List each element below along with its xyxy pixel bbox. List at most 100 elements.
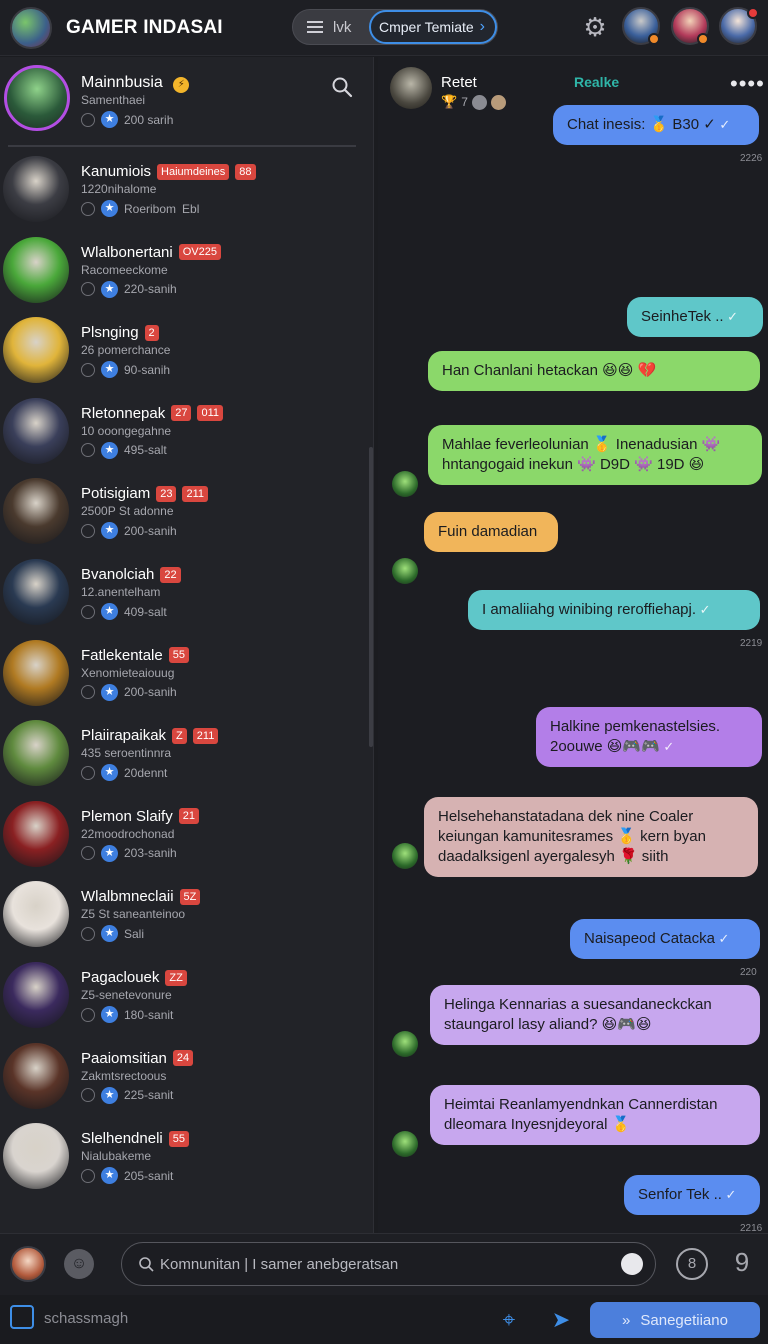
menu-toggle[interactable]: lvk (293, 10, 369, 44)
incoming-message[interactable]: Helsehehanstatadana dek nine Coaler keiu… (424, 797, 758, 877)
contact-subtitle: Zakmtsrectoous (81, 1068, 167, 1083)
gear-icon[interactable]: ⚙ (580, 12, 610, 42)
avatar[interactable] (392, 1131, 418, 1157)
primary-action-button[interactable]: » Sanegetiiano (590, 1302, 760, 1338)
avatar-friend-3[interactable] (719, 7, 759, 45)
contact-name: Kanumiois Haiumdeines 88 (81, 163, 256, 180)
more-icon[interactable]: •••• (730, 71, 765, 97)
list-item[interactable]: Kanumiois Haiumdeines 88 1220nihalome ★ Roeri… (0, 154, 364, 234)
star-icon: ★ (101, 844, 118, 862)
checkbox[interactable] (10, 1305, 34, 1329)
outgoing-message[interactable]: Chat inesis: 🥇 B30 ✓ ✓ (553, 105, 759, 145)
unread-badge: 88 (235, 163, 256, 180)
avatar[interactable] (10, 1246, 46, 1282)
divider (8, 145, 356, 147)
unread-badge: 011 (197, 405, 224, 422)
incoming-message[interactable]: Helinga Kennarias a suesandaneckckan sta… (430, 985, 760, 1045)
unread-badge: ZZ (165, 969, 187, 986)
incoming-message[interactable]: Han Chanlani hetackan 😆😆 💔 (428, 351, 760, 391)
search-icon[interactable] (330, 75, 354, 99)
template-button-label: Cmper Temiate (379, 19, 474, 35)
read-receipt-icon: ✓ (659, 739, 675, 754)
list-item[interactable]: Plemon Slaify 21 22moodrochonad ★ 203-sanih (0, 799, 364, 879)
list-item[interactable]: Fatlekentale 55 Xenomieteaiouug ★ 200-sanih (0, 638, 364, 718)
avatar[interactable] (4, 65, 70, 131)
avatar-friend-1[interactable] (622, 7, 660, 45)
mode-button[interactable]: 8 (676, 1248, 708, 1280)
emoji-icon[interactable]: ☺ (64, 1249, 94, 1279)
status-icon (81, 362, 95, 377)
list-item[interactable]: Plaiirapaikak Z 211 435 seroentinnra ★ 20denn… (0, 718, 364, 798)
search-icon (139, 1257, 154, 1272)
avatar[interactable] (3, 800, 69, 867)
outgoing-message[interactable]: SeinheTek .. ✓ (627, 297, 763, 337)
incoming-message[interactable]: Fuin damadian (424, 512, 558, 552)
outgoing-message[interactable]: Naisapeod Catacka ✓ (570, 919, 760, 959)
outgoing-message[interactable]: Senfor Tek .. ✓ (624, 1175, 760, 1215)
star-icon: ★ (101, 1006, 118, 1023)
avatar-friend-2[interactable] (671, 7, 709, 45)
list-item[interactable]: Bvanolciah 22 12.anentelham ★ 409-salt (0, 557, 364, 637)
sticker-icon[interactable] (621, 1253, 643, 1275)
send-icon[interactable]: ➤ (546, 1305, 576, 1335)
profile-name: Mainnbusia ⚡ (81, 74, 190, 93)
contact-name: Pagaclouek ZZ (81, 969, 187, 986)
chat-avatar[interactable] (390, 67, 432, 109)
list-item[interactable]: Slelhendneli 55 Nialubakeme ★ 205-sanit (0, 1121, 364, 1201)
avatar[interactable] (3, 1123, 69, 1190)
location-icon[interactable]: ⌖ (494, 1305, 524, 1335)
avatar[interactable] (3, 397, 69, 464)
message-text: Heimtai Reanlamyendnkan Cannerdistan dle… (444, 1096, 718, 1133)
contact-name: Rletonnepak 27 011 (81, 405, 224, 422)
menu-toggle-label: lvk (333, 18, 352, 36)
avatar[interactable] (392, 471, 418, 497)
avatar[interactable] (3, 156, 69, 222)
bottom-bar-label: schassmagh (44, 1310, 129, 1327)
list-item[interactable]: Wlalbonertani OV225 Racomeeckome ★ 220-sanih (0, 235, 364, 315)
profile-stat: ★ 200 sarih (81, 111, 173, 128)
avatar[interactable] (3, 639, 69, 706)
message-input[interactable]: Komnunitan | I samer anebgeratsan (121, 1242, 656, 1286)
list-item[interactable]: Rletonnepak 27 011 10 ooongegahne ★ 495-salt (0, 396, 364, 476)
avatar[interactable] (3, 236, 69, 303)
status-icon (81, 112, 95, 127)
contact-stat: ★ 220-sanih (81, 280, 177, 298)
template-button[interactable]: Cmper Temiate › (369, 10, 497, 44)
avatar[interactable] (392, 558, 418, 584)
avatar[interactable] (3, 478, 69, 545)
avatar[interactable] (3, 881, 69, 948)
incoming-message[interactable]: Heimtai Reanlamyendnkan Cannerdistan dle… (430, 1085, 760, 1145)
unread-badge: 55 (168, 1130, 189, 1147)
scrollbar[interactable] (369, 447, 373, 747)
option-button[interactable]: 9 (726, 1248, 758, 1280)
hamburger-icon (307, 21, 323, 33)
unread-badge: 24 (172, 1050, 194, 1067)
avatar[interactable] (3, 1042, 69, 1109)
list-item[interactable]: Pagaclouek ZZ Z5-senetevonure ★ 180-sanit (0, 960, 364, 1040)
app-logo[interactable] (10, 6, 52, 49)
contact-stat: ★ 200-sanih (81, 522, 177, 540)
avatar[interactable] (392, 1031, 418, 1057)
top-bar: GAMER INDASAI lvk Cmper Temiate › ⚙ (0, 0, 768, 56)
list-item[interactable]: Paaiomsitian 24 Zakmtsrectoous ★ 225-sanit (0, 1041, 364, 1121)
list-item[interactable]: Wlalbmneclaii 5Z Z5 St saneanteinoo ★ Sali (0, 879, 364, 959)
avatar[interactable] (3, 317, 69, 384)
contact-subtitle: 435 seroentinnra (81, 746, 172, 761)
avatar[interactable] (3, 720, 69, 787)
chat-contact-name: Retet (441, 74, 477, 91)
incoming-message[interactable]: Mahlae feverleolunian 🥇 Inenadusian 👾 hn… (428, 425, 762, 485)
list-item[interactable]: Potisigiam 23 211 2500P St adonne ★ 200-sanih (0, 476, 364, 556)
avatar[interactable] (3, 962, 69, 1028)
status-icon (81, 926, 95, 941)
status-icon (81, 1168, 95, 1183)
avatar[interactable] (392, 843, 418, 869)
outgoing-message[interactable]: Halkine pemkenastelsies. 2oouwe 😆🎮🎮 ✓ (536, 707, 762, 767)
outgoing-message[interactable]: I amaliiahg winibing reroffiehapj. ✓ (468, 590, 760, 630)
contact-stat: ★ 180-sanit (81, 1006, 173, 1023)
my-profile[interactable]: Mainnbusia ⚡ Samenthaei ★ 200 sarih (0, 57, 364, 145)
star-icon: ★ (101, 1086, 118, 1104)
avatar[interactable] (3, 559, 69, 625)
app-root: GAMER INDASAI lvk Cmper Temiate › ⚙ Main… (0, 0, 768, 1344)
list-item[interactable]: Plsnging 2 26 pomerchance ★ 90-sanih (0, 315, 364, 395)
contact-stat: ★ Sali (81, 925, 144, 943)
